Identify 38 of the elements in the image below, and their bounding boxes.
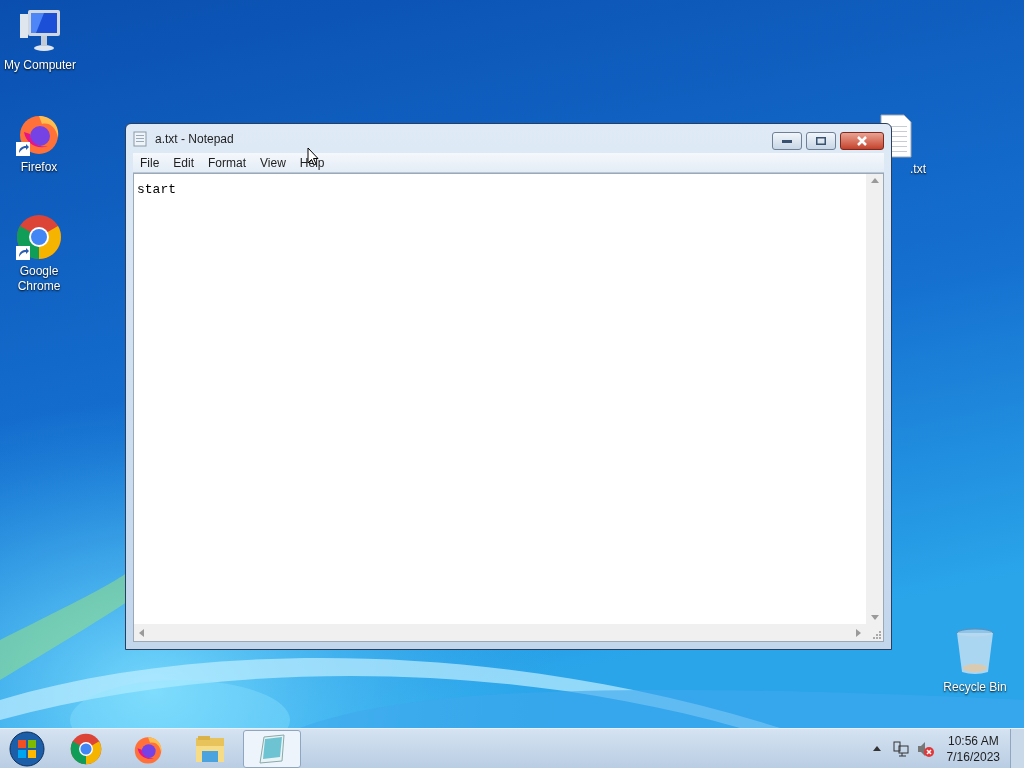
minimize-icon <box>782 139 792 143</box>
notepad-icon <box>133 130 147 147</box>
close-button[interactable] <box>840 132 884 150</box>
minimize-button[interactable] <box>772 132 802 150</box>
resize-grip-icon[interactable] <box>873 631 881 639</box>
scroll-left-icon[interactable] <box>139 628 144 637</box>
desktop-icon-label[interactable]: Firefox <box>20 160 58 175</box>
maximize-icon <box>816 137 826 145</box>
desktop-icon-label[interactable]: .txt <box>910 162 926 177</box>
scroll-down-icon[interactable] <box>870 615 879 620</box>
menu-item[interactable]: Edit <box>166 153 202 172</box>
close-icon <box>856 136 868 146</box>
show-hidden-icons-icon[interactable] <box>872 746 881 751</box>
chrome-icon[interactable] <box>16 214 62 260</box>
window-title: a.txt - Notepad <box>155 130 234 148</box>
muted-speaker-icon[interactable] <box>916 740 935 757</box>
menu-item[interactable]: View <box>253 153 293 172</box>
scroll-right-icon[interactable] <box>856 628 861 637</box>
chrome-icon[interactable] <box>70 732 102 765</box>
scroll-up-icon[interactable] <box>870 178 879 183</box>
notepad-icon <box>256 732 288 765</box>
document-text: start <box>137 182 176 197</box>
windows-logo-icon <box>9 730 45 767</box>
desktop-icon-label[interactable]: Google Chrome <box>2 264 76 294</box>
vertical-scrollbar[interactable] <box>866 174 883 624</box>
network-icon[interactable] <box>892 740 909 757</box>
clock-date[interactable]: 7/16/2023 <box>946 748 1000 765</box>
shortcut-arrow-icon <box>16 142 30 156</box>
taskbar-button[interactable] <box>243 729 301 768</box>
horizontal-scrollbar[interactable] <box>134 624 866 641</box>
start-button[interactable] <box>7 729 47 768</box>
folder-icon <box>194 733 226 764</box>
shortcut-arrow-icon <box>16 246 30 260</box>
maximize-button[interactable] <box>806 132 836 150</box>
menu-item[interactable]: File <box>133 153 167 172</box>
clock-time[interactable]: 10:56 AM <box>947 732 999 749</box>
menu-item[interactable]: Format <box>201 153 254 172</box>
desktop-icon-label[interactable]: My Computer <box>4 58 76 73</box>
